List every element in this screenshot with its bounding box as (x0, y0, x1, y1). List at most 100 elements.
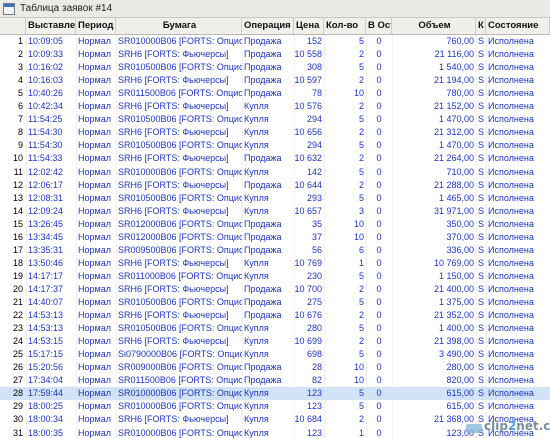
header-col-k[interactable]: К (476, 18, 486, 34)
table-row[interactable]: 25 15:17:15 Нормал Si0790000B06 [FORTS: Опц… (0, 348, 550, 361)
table-row[interactable]: 13 12:08:31 Нормал SR010500B06 [FORTS: Опци… (0, 192, 550, 205)
table-row[interactable]: 27 17:34:04 Нормал SR011500B06 [FORTS: Опци… (0, 374, 550, 387)
cell-security: SRH6 [FORTS: Фьючерсы] (118, 414, 229, 425)
table-row[interactable]: 9 11:54:30 Нормал SR010500B06 [FORTS: Опцио… (0, 139, 550, 152)
header-col-volume[interactable]: Объем (392, 18, 476, 34)
header-col-period[interactable]: Период (76, 18, 116, 34)
table-row[interactable]: 3 10:16:02 Нормал SR010500B06 [FORTS: Опцио… (0, 61, 550, 74)
cell-qty: 2 (358, 283, 364, 294)
cell-qty: 5 (358, 297, 364, 307)
cell-security: SRH6 [FORTS: Фьючерсы] (118, 283, 229, 294)
table-row[interactable]: 21 14:40:07 Нормал SR010500B06 [FORTS: Опци… (0, 296, 550, 309)
watermark-part1: clip (484, 419, 508, 433)
cell-price: 56 (311, 244, 322, 255)
cell-price: 10 769 (294, 257, 322, 268)
watermark-logo-icon (466, 424, 482, 433)
cell-rest: 0 (376, 414, 382, 425)
cell-volume: 21 352,00 (433, 310, 474, 321)
cell-qty: 5 (358, 114, 364, 125)
table-row[interactable]: 1 10:09:05 Нормал SR010000B06 [FORTS: Опцио… (0, 35, 550, 48)
cell-time: 12:02:42 (28, 166, 64, 177)
table-row[interactable]: 19 14:17:17 Нормал SR011000B06 [FORTS: Опци… (0, 270, 550, 283)
cell-period: Нормал (78, 166, 111, 177)
table-row[interactable]: 14 12:09:24 Нормал SRH6 [FORTS: Фьючерсы] Ку… (0, 205, 550, 218)
cell-k: S (478, 218, 485, 229)
header-col-rest[interactable]: В Ост (366, 18, 392, 34)
cell-price: 698 (306, 349, 322, 360)
table-row[interactable]: 26 15:20:56 Нормал SR009000B06 [FORTS: Опци… (0, 361, 550, 374)
cell-time: 18:00:34 (28, 414, 64, 425)
table-row[interactable]: 8 11:54:30 Нормал SRH6 [FORTS: Фьючерсы] Куп… (0, 126, 550, 139)
cell-security: SRH6 [FORTS: Фьючерсы] (118, 101, 229, 112)
cell-state: Исполнена (488, 244, 534, 255)
cell-operation: Купля (244, 140, 269, 151)
table-row[interactable]: 11 12:02:42 Нормал SR010000B06 [FORTS: Опци… (0, 166, 550, 179)
table-row[interactable]: 20 14:17:37 Нормал SRH6 [FORTS: Фьючерсы] Пр… (0, 283, 550, 296)
table-row[interactable]: 24 14:53:15 Нормал SRH6 [FORTS: Фьючерсы] Ку… (0, 335, 550, 348)
cell-qty: 10 (353, 88, 364, 99)
header-col-time[interactable]: Выставлена (26, 18, 76, 34)
cell-volume: 21 312,00 (433, 127, 474, 138)
table-row[interactable]: 18 13:50:46 Нормал SRH6 [FORTS: Фьючерсы] Ку… (0, 257, 550, 270)
table-row[interactable]: 4 10:16:03 Нормал SRH6 [FORTS: Фьючерсы] Про… (0, 74, 550, 87)
cell-period: Нормал (78, 153, 111, 164)
cell-period: Нормал (78, 349, 111, 360)
cell-k: S (478, 179, 485, 190)
cell-operation: Продажа (244, 75, 282, 86)
cell-time: 11:54:30 (28, 140, 63, 151)
cell-rest: 0 (376, 283, 382, 294)
table-row[interactable]: 28 17:59:44 Нормал SR010000B06 [FORTS: Опци… (0, 387, 550, 401)
cell-k: S (478, 310, 485, 321)
table-row[interactable]: 7 11:54:25 Нормал SR010500B06 [FORTS: Опцио… (0, 113, 550, 126)
cell-security: SRH6 [FORTS: Фьючерсы] (118, 257, 229, 268)
header-col-state[interactable]: Состояние (486, 18, 550, 34)
cell-period: Нормал (78, 270, 111, 281)
cell-state: Исполнена (488, 49, 534, 60)
cell-rownum: 14 (12, 205, 23, 216)
table-row[interactable]: 5 10:40:26 Нормал SR011500B06 [FORTS: Опцио… (0, 87, 550, 100)
table-row[interactable]: 2 10:09:33 Нормал SRH6 [FORTS: Фьючерсы] Про… (0, 48, 550, 61)
cell-rownum: 30 (12, 414, 23, 425)
table-row[interactable]: 15 13:26:45 Нормал SR012000B06 [FORTS: Опци… (0, 218, 550, 231)
table-row[interactable]: 16 13:34:45 Нормал SR012000B06 [FORTS: Опци… (0, 231, 550, 244)
cell-state: Исполнена (488, 401, 534, 412)
header-col-operation[interactable]: Операция (242, 18, 294, 34)
cell-rest: 0 (376, 362, 382, 373)
cell-volume: 31 971,00 (433, 205, 474, 216)
cell-rest: 0 (376, 257, 382, 268)
cell-rest: 0 (376, 375, 382, 386)
cell-state: Исполнена (488, 257, 534, 268)
window-titlebar[interactable]: Таблица заявок #14 (0, 0, 550, 18)
table-row[interactable]: 6 10:42:34 Нормал SRH6 [FORTS: Фьючерсы] Куп… (0, 100, 550, 113)
cell-time: 14:17:17 (28, 270, 64, 281)
cell-period: Нормал (78, 244, 111, 255)
cell-time: 12:09:24 (28, 205, 64, 216)
cell-rownum: 27 (12, 375, 23, 386)
header-rownum (0, 18, 26, 34)
header-col-security[interactable]: Бумага (116, 18, 242, 34)
cell-rownum: 19 (12, 270, 23, 281)
cell-volume: 21 288,00 (433, 179, 474, 190)
cell-security: SR010500B06 [FORTS: Опцио (118, 62, 242, 73)
cell-price: 10 699 (294, 336, 322, 347)
cell-state: Исполнена (488, 388, 534, 399)
table-row[interactable]: 10 11:54:33 Нормал SRH6 [FORTS: Фьючерсы] Пр… (0, 152, 550, 165)
header-col-price[interactable]: Цена (294, 18, 324, 34)
cell-rownum: 20 (12, 283, 23, 294)
cell-state: Исполнена (488, 270, 534, 281)
cell-state: Исполнена (488, 231, 534, 242)
cell-security: SR010000B06 [FORTS: Опцио (118, 166, 242, 177)
cell-volume: 1 540,00 (438, 62, 474, 73)
table-row[interactable]: 17 13:35:31 Нормал SR009500B06 [FORTS: Опци… (0, 244, 550, 257)
watermark-part3: net.com (516, 419, 550, 433)
cell-time: 12:08:31 (28, 192, 64, 203)
cell-time: 13:26:45 (28, 218, 64, 229)
table-row[interactable]: 23 14:53:13 Нормал SR010500B06 [FORTS: Опци… (0, 322, 550, 335)
table-row[interactable]: 29 18:00:25 Нормал SR010000B06 [FORTS: Опци… (0, 400, 550, 413)
table-row[interactable]: 12 12:06:17 Нормал SRH6 [FORTS: Фьючерсы] Пр… (0, 179, 550, 192)
table-row[interactable]: 22 14:53:13 Нормал SRH6 [FORTS: Фьючерсы] Пр… (0, 309, 550, 322)
cell-price: 10 558 (294, 49, 322, 60)
cell-security: SR010500B06 [FORTS: Опцио (118, 140, 242, 151)
header-col-qty[interactable]: Кол-во (324, 18, 366, 34)
cell-security: SRH6 [FORTS: Фьючерсы] (118, 49, 229, 60)
